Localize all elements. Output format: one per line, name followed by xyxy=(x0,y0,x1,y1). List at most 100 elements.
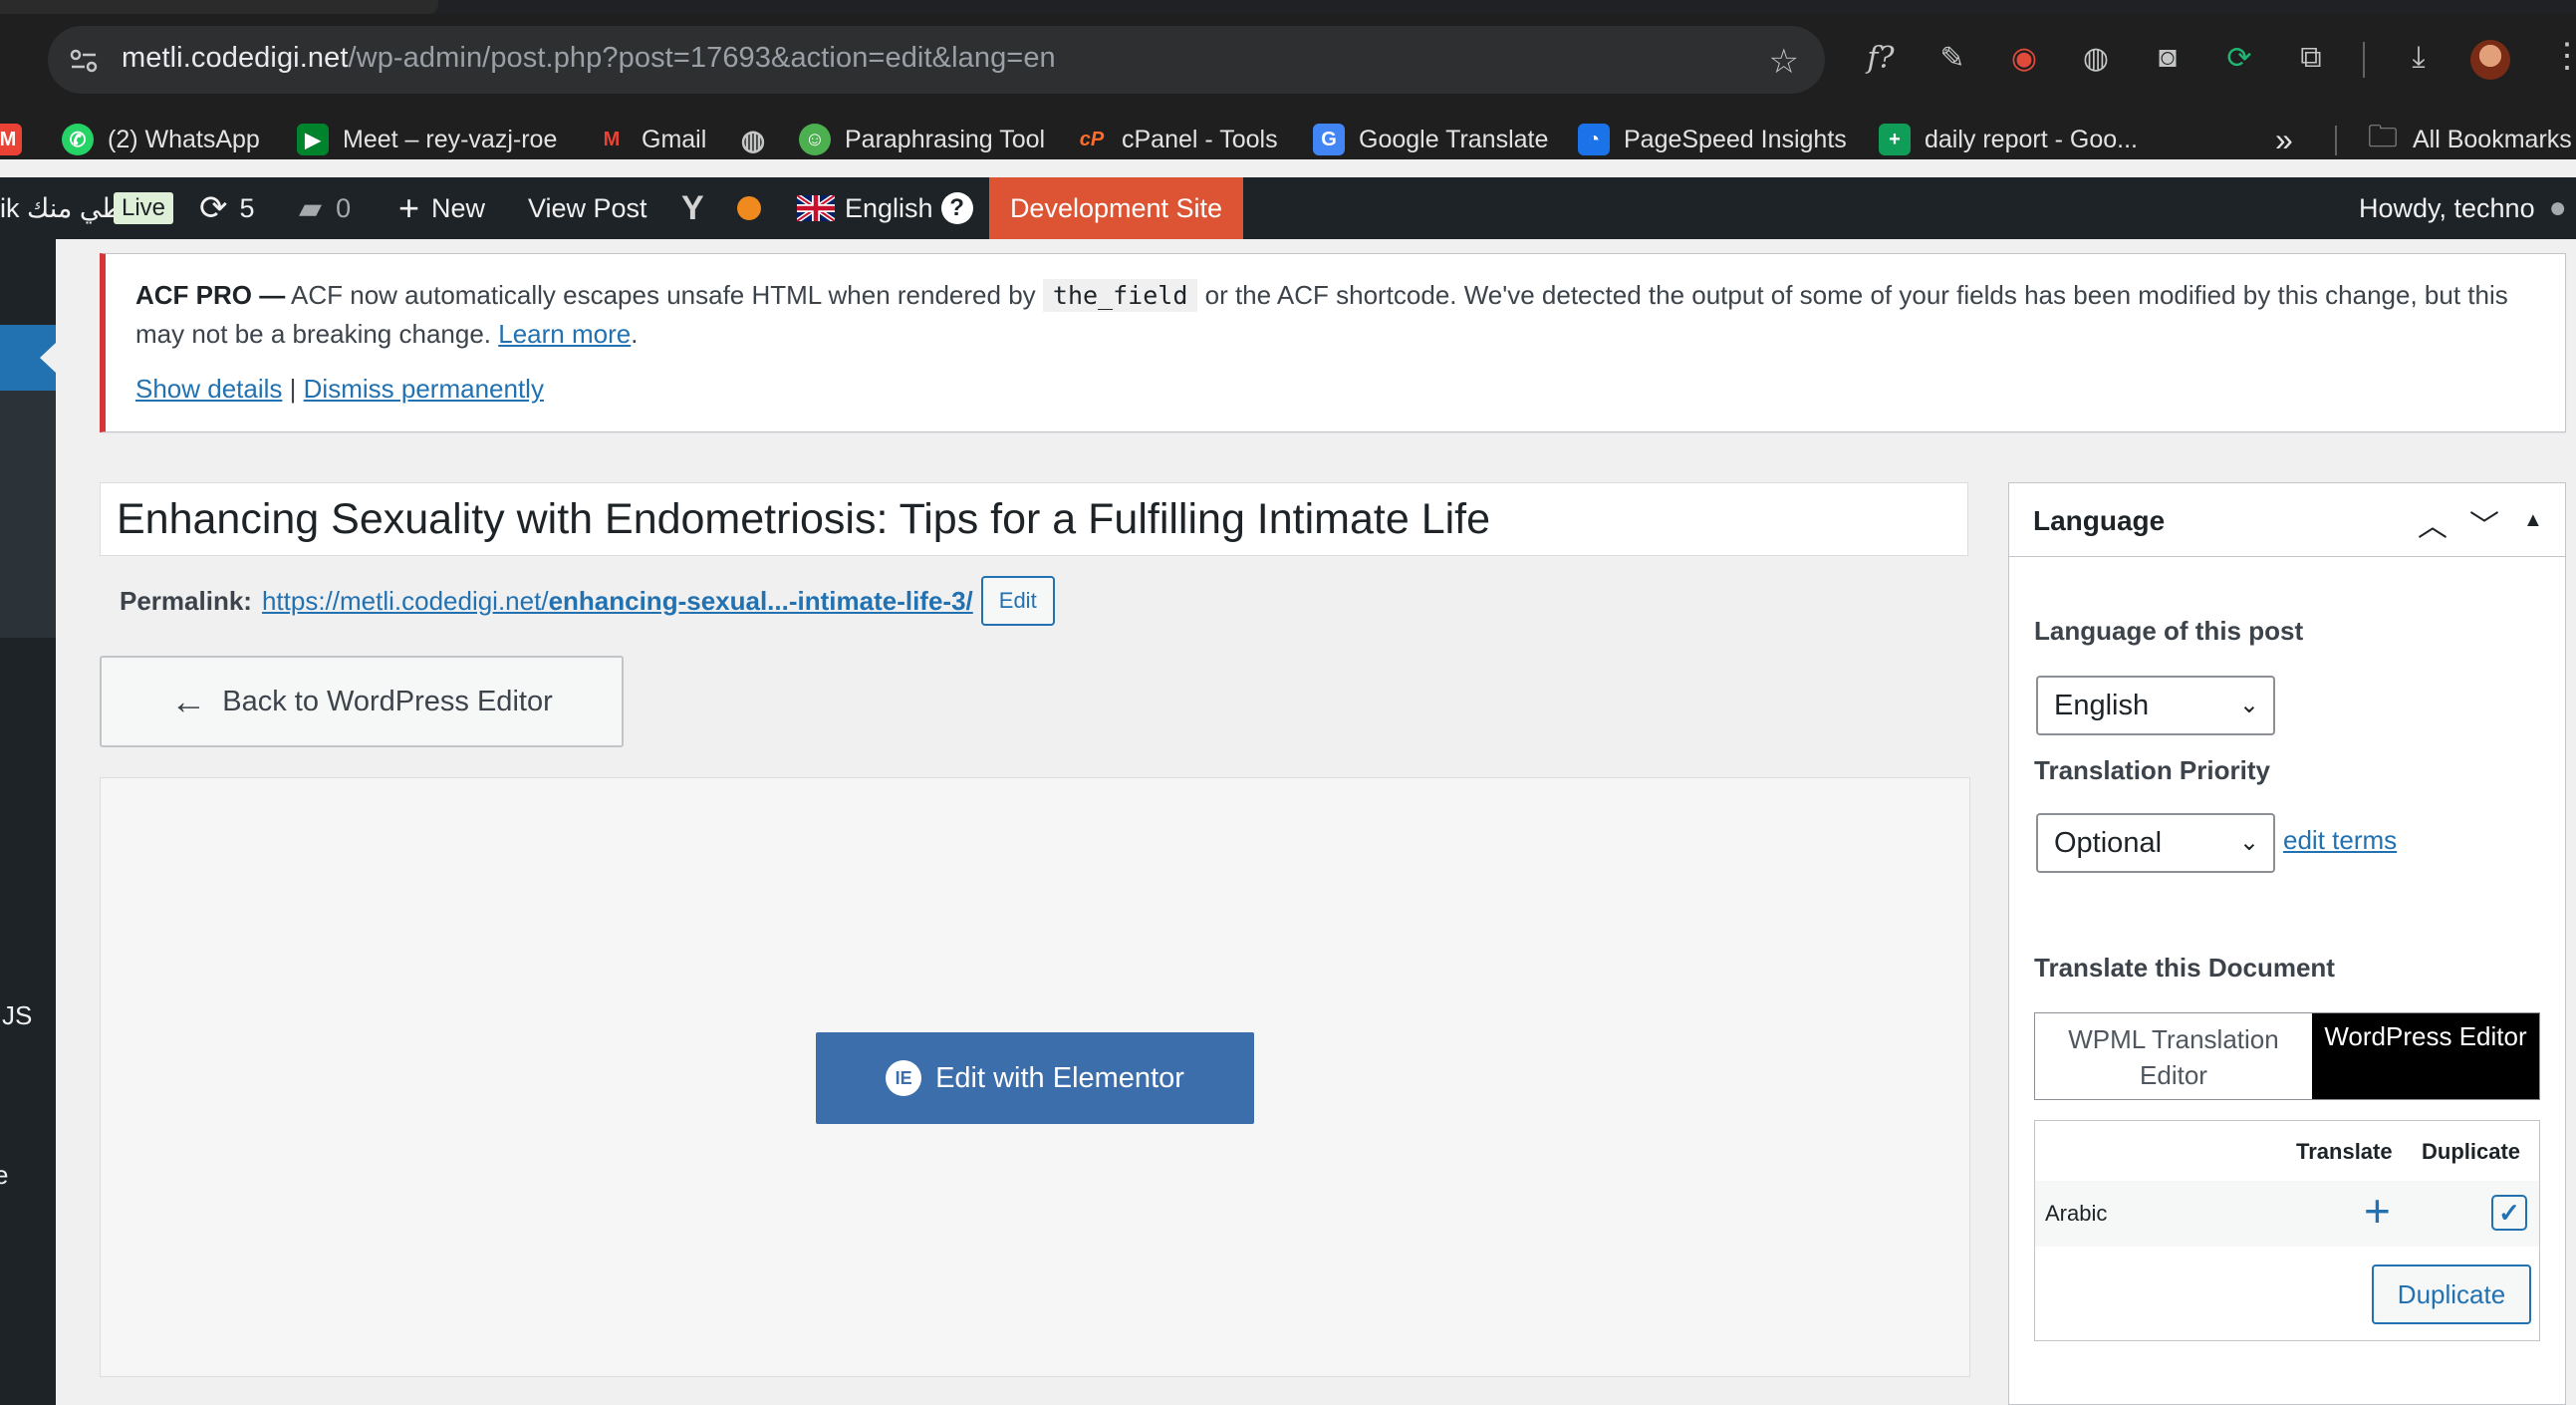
notice-text-a: ACF now automatically escapes unsafe HTM… xyxy=(291,280,1036,310)
tab-wpml-translation-editor[interactable]: WPML Translation Editor xyxy=(2035,1013,2312,1099)
seo-status-dot-icon xyxy=(737,196,761,220)
permalink-row: Permalink: https://metli.codedigi.net/en… xyxy=(120,576,1055,626)
language-select-value: English xyxy=(2054,690,2150,721)
permalink-link[interactable]: https://metli.codedigi.net/enhancing-sex… xyxy=(262,586,973,617)
paraphrasing-icon: ☺ xyxy=(799,124,831,155)
updates-icon: ⟳ xyxy=(199,189,228,227)
edit-terms-link[interactable]: edit terms xyxy=(2283,825,2397,856)
tab-strip xyxy=(0,0,2576,14)
metabox-title: Language xyxy=(2033,505,2166,536)
gmail-icon: M xyxy=(603,128,621,150)
chevron-down-icon: ⌄ xyxy=(2238,692,2259,718)
font-extension-icon[interactable]: f? xyxy=(1861,38,1901,78)
tab-wordpress-editor[interactable]: WordPress Editor xyxy=(2312,1013,2539,1099)
view-post-link[interactable]: View Post xyxy=(528,177,647,239)
live-status[interactable]: Live xyxy=(114,177,174,239)
color-picker-icon[interactable]: ✎ xyxy=(1932,38,1972,78)
url-text[interactable]: metli.codedigi.net/wp-admin/post.php?pos… xyxy=(122,42,1056,75)
show-details-link[interactable]: Show details xyxy=(135,374,282,404)
help-icon[interactable]: ? xyxy=(940,192,973,224)
language-switcher[interactable]: English ? xyxy=(797,177,973,239)
learn-more-link[interactable]: Learn more xyxy=(498,319,631,349)
bookmark-item[interactable]: ◔ PageSpeed Insights xyxy=(1578,120,1847,159)
all-bookmarks-label: All Bookmarks xyxy=(2413,125,2572,153)
collapse-toggle-icon[interactable]: ▲ xyxy=(2523,509,2543,532)
bookmark-item[interactable]: ☺ Paraphrasing Tool xyxy=(799,120,1045,159)
back-to-wordpress-editor-button[interactable]: ← Back to WordPress Editor xyxy=(100,656,624,747)
comments-link[interactable]: ▰ 0 xyxy=(299,177,351,239)
back-button-label: Back to WordPress Editor xyxy=(222,685,553,717)
view-post-label: View Post xyxy=(528,192,647,223)
download-icon[interactable]: ⤓ xyxy=(2399,38,2439,78)
globe-icon: ◍ xyxy=(740,124,766,155)
new-content-link[interactable]: + New xyxy=(398,177,485,239)
bookmark-item[interactable]: + daily report - Goo... xyxy=(1879,120,2138,159)
dismiss-permanently-link[interactable]: Dismiss permanently xyxy=(304,374,544,404)
column-header-translate: Translate xyxy=(2296,1139,2393,1164)
bookmark-label: cPanel - Tools xyxy=(1122,125,1278,153)
more-bookmarks-icon[interactable]: » xyxy=(2275,120,2293,159)
my-account-menu[interactable]: Howdy, techno ● xyxy=(2359,177,2567,239)
chrome-menu-icon[interactable]: ⋮ xyxy=(2550,36,2576,76)
acf-pro-notice: ACF PRO — ACF now automatically escapes … xyxy=(100,253,2566,432)
updates-link[interactable]: ⟳ 5 xyxy=(199,177,255,239)
duplicate-button[interactable]: Duplicate xyxy=(2372,1264,2531,1324)
sidebar-item-js[interactable]: JS xyxy=(2,1000,32,1031)
google-translate-icon: G xyxy=(1313,124,1345,155)
bookmark-label: (2) WhatsApp xyxy=(108,125,260,153)
bookmark-label: PageSpeed Insights xyxy=(1624,125,1847,153)
camera-extension-icon[interactable]: ◙ xyxy=(2148,38,2188,78)
yoast-menu[interactable]: Y xyxy=(681,177,704,239)
metabox-header: Language ︿ ﹀ ▲ xyxy=(2009,483,2565,557)
yoast-icon: Y xyxy=(681,188,704,227)
browser-toolbar: metli.codedigi.net/wp-admin/post.php?pos… xyxy=(0,0,2576,120)
sheets-icon: + xyxy=(1879,124,1911,155)
edit-with-elementor-button[interactable]: IE Edit with Elementor xyxy=(816,1032,1254,1124)
development-site-badge[interactable]: Development Site xyxy=(989,177,1243,239)
profile-avatar[interactable] xyxy=(2470,40,2510,80)
bookmark-item[interactable]: G Google Translate xyxy=(1313,120,1548,159)
notice-prefix: ACF PRO — xyxy=(135,280,286,310)
bookmark-item[interactable]: cP cPanel - Tools xyxy=(1076,120,1278,159)
url-host: metli.codedigi.net xyxy=(122,42,349,74)
sidebar-submenu xyxy=(0,391,56,638)
bookmark-gmail-partial[interactable]: M xyxy=(0,120,36,159)
bookmark-item[interactable]: ◍ xyxy=(737,120,783,159)
translation-priority-select[interactable]: Optional ⌄ xyxy=(2036,813,2275,873)
move-down-icon[interactable]: ﹀ xyxy=(2469,501,2499,545)
seo-status-indicator[interactable] xyxy=(737,177,761,239)
extensions-puzzle-icon[interactable]: ⧉ xyxy=(2291,38,2331,78)
active-tab[interactable] xyxy=(0,0,438,14)
sync-extension-icon[interactable]: ⟳ xyxy=(2219,38,2259,78)
add-translation-icon[interactable]: + xyxy=(2364,1185,2391,1237)
all-bookmarks[interactable]: 🗀 All Bookmarks xyxy=(2367,120,2572,159)
address-bar[interactable]: metli.codedigi.net/wp-admin/post.php?pos… xyxy=(48,26,1825,94)
screen-recorder-icon[interactable]: ◉ xyxy=(2004,38,2044,78)
permalink-label: Permalink: xyxy=(120,585,252,616)
translate-document-label: Translate this Document xyxy=(2034,953,2335,983)
comments-count: 0 xyxy=(336,192,352,223)
move-up-icon[interactable]: ︿ xyxy=(2418,501,2447,545)
permalink-edit-button[interactable]: Edit xyxy=(980,576,1055,626)
elementor-button-label: Edit with Elementor xyxy=(935,1061,1184,1094)
bookmark-label: Paraphrasing Tool xyxy=(845,125,1046,153)
globe-extension-icon[interactable]: ◍ xyxy=(2076,38,2116,78)
column-header-duplicate: Duplicate xyxy=(2422,1139,2521,1164)
site-info-icon[interactable] xyxy=(66,43,102,79)
duplicate-checkbox[interactable]: ✓ xyxy=(2491,1195,2527,1231)
translations-table: Translate Duplicate Arabic + ✓ Duplicate xyxy=(2034,1120,2540,1341)
editor-choice-tabs: WPML Translation Editor WordPress Editor xyxy=(2034,1012,2540,1100)
sidebar-item-partial[interactable]: e xyxy=(0,1160,8,1191)
language-select[interactable]: English ⌄ xyxy=(2036,676,2275,735)
gmail-icon: M xyxy=(0,124,22,155)
bookmark-item[interactable]: M Gmail xyxy=(596,120,707,159)
permalink-slug: enhancing-sexual...-intimate-life-3/ xyxy=(548,585,973,616)
bookmark-label: daily report - Goo... xyxy=(1925,125,2138,153)
bookmark-item[interactable]: ▶ Meet – rey-vazj-roe xyxy=(297,120,557,159)
language-of-post-label: Language of this post xyxy=(2034,616,2304,646)
bookmark-star-icon[interactable]: ☆ xyxy=(1769,42,1799,82)
bookmark-item[interactable]: ✆ (2) WhatsApp xyxy=(62,120,260,159)
notice-actions: Show details | Dismiss permanently xyxy=(135,374,544,405)
plus-icon: + xyxy=(398,187,420,228)
post-title-input[interactable]: Enhancing Sexuality with Endometriosis: … xyxy=(100,482,1968,556)
